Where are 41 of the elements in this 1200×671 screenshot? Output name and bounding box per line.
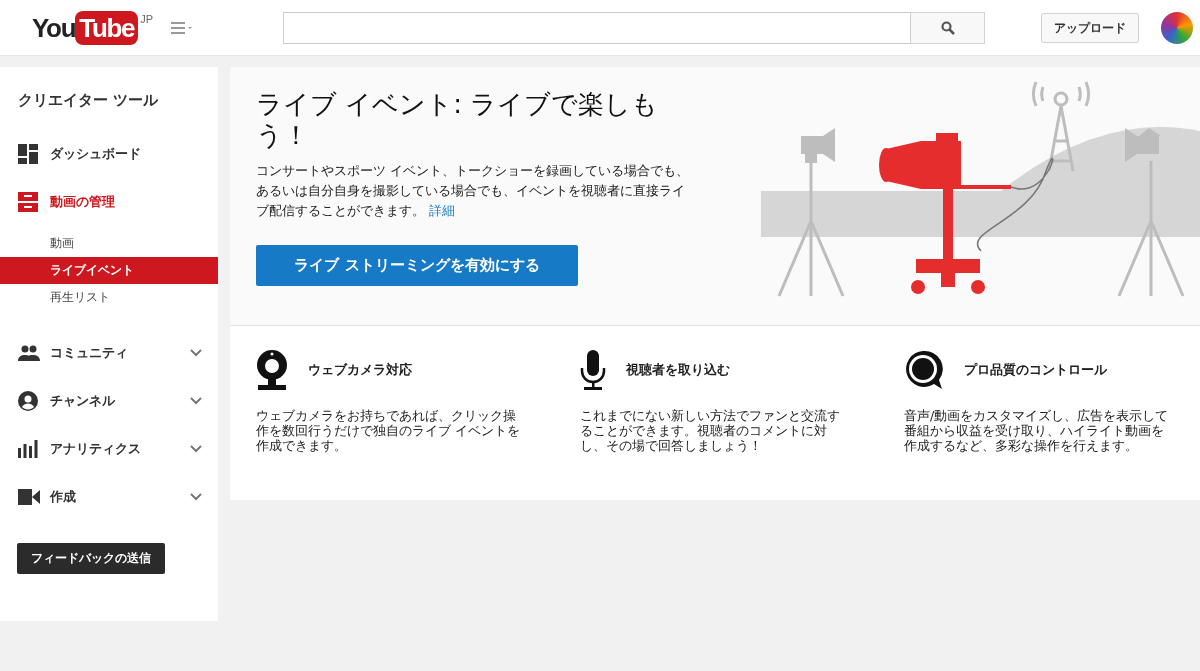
feature-title: ウェブカメラ対応 <box>308 361 412 380</box>
avatar[interactable] <box>1161 11 1194 44</box>
feature-title: 視聴者を取り込む <box>626 361 730 380</box>
guide-menu-button[interactable] <box>171 21 194 34</box>
video-camera-icon <box>18 488 40 505</box>
search-button[interactable] <box>911 11 986 44</box>
sidebar-item[interactable]: ダッシュボード <box>0 133 218 174</box>
account-circle-icon <box>18 390 38 411</box>
menu-icon <box>171 21 194 34</box>
details-link[interactable]: 詳細 <box>429 203 456 218</box>
dashboard-icon <box>18 143 38 164</box>
bar-chart-icon <box>18 439 38 458</box>
chevron-down-icon <box>190 492 202 501</box>
sidebar-item[interactable]: 作成 <box>0 476 218 517</box>
hero-description: コンサートやスポーツ イベント、トークショーを録画している場合でも、あるいは自分自身を撮影している場合でも、イベントを視聴者に直接ライブ配信することができます。 詳細 <box>256 162 691 220</box>
feature-description: これまでにない新しい方法でファンと交流することができます。視聴者のコメントに対し、その場で回答しましょう！ <box>580 408 841 453</box>
people-icon <box>18 344 40 361</box>
sidebar-subitem[interactable]: ライブイベント <box>0 256 218 284</box>
feature-title: プロ品質のコントロール <box>964 361 1107 380</box>
chevron-down-icon <box>190 396 202 405</box>
upload-button[interactable]: アップロード <box>1041 12 1140 43</box>
microphone-icon <box>580 350 606 390</box>
chevron-down-icon <box>190 444 202 453</box>
chevron-down-icon <box>190 348 202 357</box>
feature-description: ウェブカメラをお持ちであれば、クリック操作を数回行うだけで独自のライブ イベントを作成できます。 <box>256 408 521 453</box>
sidebar-item[interactable]: 動画の管理 <box>0 181 218 222</box>
sidebar-subitem[interactable]: 動画 <box>0 229 218 257</box>
sidebar-item[interactable]: コミュニティ <box>0 332 218 373</box>
sidebar-item[interactable]: チャンネル <box>0 380 218 421</box>
hero-title: ライブ イベント: ライブで楽しもう！ <box>256 89 660 151</box>
search-field[interactable] <box>283 11 912 44</box>
sidebar-subitem[interactable]: 再生リスト <box>0 283 218 311</box>
drawers-icon <box>18 191 38 212</box>
sidebar-title: クリエイター ツール <box>18 90 160 111</box>
chat-bubble-icon <box>904 350 944 390</box>
search-icon <box>940 20 955 35</box>
webcam-icon <box>256 350 288 390</box>
feature-description: 音声/動画をカスタマイズし、広告を表示して番組から収益を受け取り、ハイライト動画を作成するなど、多彩な操作を行えます。 <box>904 408 1170 453</box>
sidebar-item[interactable]: アナリティクス <box>0 428 218 469</box>
feedback-button[interactable]: フィードバックの送信 <box>17 542 165 574</box>
enable-live-streaming-button[interactable]: ライブ ストリーミングを有効にする <box>256 245 578 286</box>
